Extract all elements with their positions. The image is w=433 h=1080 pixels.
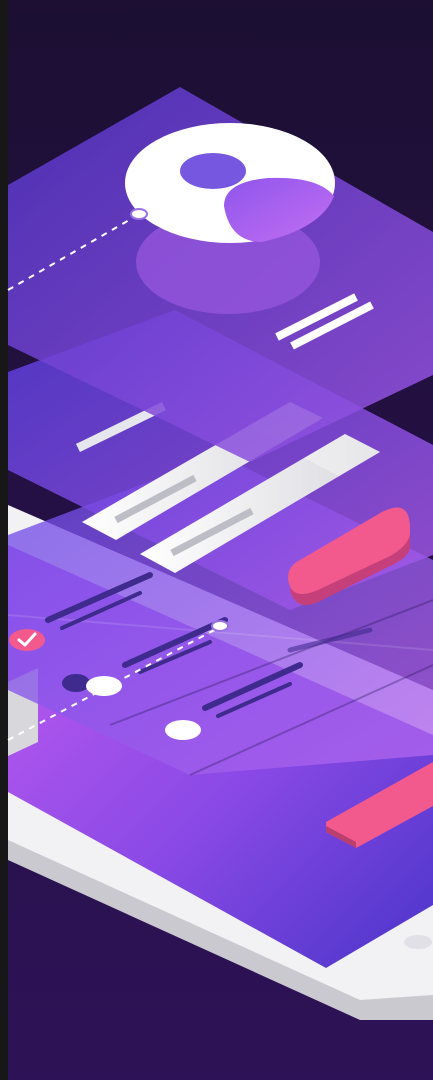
radio-knob — [86, 676, 122, 696]
home-button-icon[interactable] — [404, 935, 432, 949]
avatar-head — [180, 153, 246, 189]
checkbox[interactable] — [9, 629, 45, 651]
left-edge-strip — [0, 0, 8, 1080]
checkbox-fill — [9, 629, 45, 651]
user-avatar-icon[interactable] — [125, 123, 335, 243]
connector-node — [211, 620, 229, 632]
radio-knob[interactable] — [165, 720, 201, 740]
illustration-canvas — [0, 0, 433, 1080]
radio-toggle-icon — [62, 674, 90, 692]
connector-node — [130, 208, 148, 220]
isometric-ui-illustration — [0, 0, 433, 1080]
